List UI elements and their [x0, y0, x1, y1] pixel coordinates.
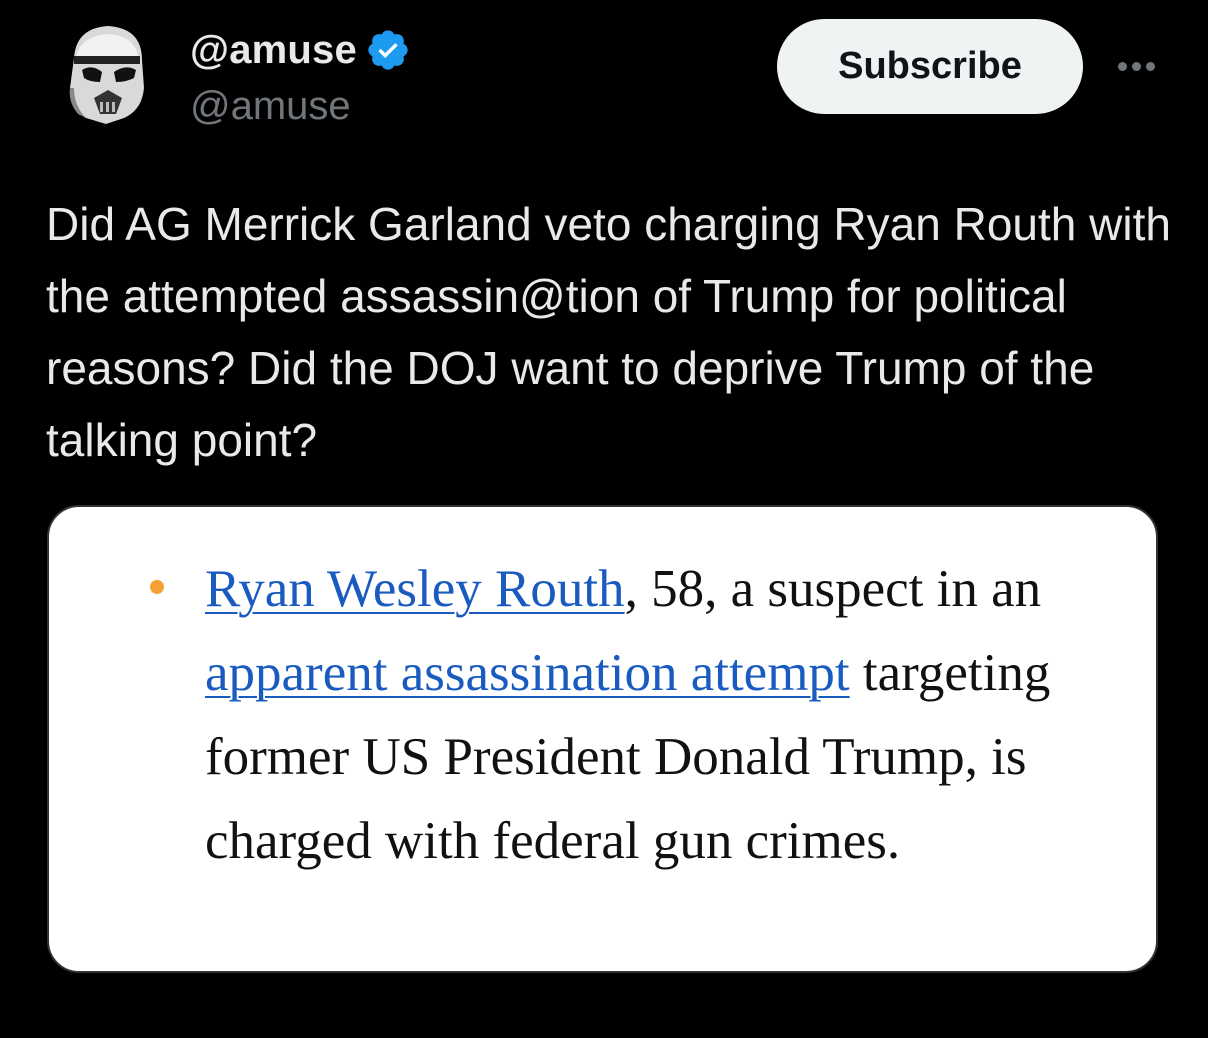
link-apparent-assassination-attempt[interactable]: apparent assassination attempt: [205, 644, 850, 702]
link-ryan-wesley-routh[interactable]: Ryan Wesley Routh: [205, 560, 625, 618]
stormtrooper-helmet-avatar-icon: [46, 18, 164, 136]
verified-badge-icon[interactable]: [365, 27, 411, 73]
more-options-icon[interactable]: [1106, 48, 1166, 84]
author-display-name[interactable]: @amuse: [190, 28, 357, 73]
tweet-text: Did AG Merrick Garland veto charging Rya…: [46, 198, 1171, 466]
article-snippet: Ryan Wesley Routh, 58, a suspect in an a…: [205, 547, 1145, 883]
article-text-part-1: , 58, a suspect in an: [624, 560, 1042, 618]
subscribe-button[interactable]: Subscribe: [777, 19, 1083, 114]
author-handle[interactable]: @amuse: [190, 84, 351, 129]
more-dot: [1145, 61, 1155, 71]
bullet-point: [150, 580, 164, 594]
more-dot: [1117, 61, 1127, 71]
media-image[interactable]: Ryan Wesley Routh, 58, a suspect in an a…: [47, 505, 1158, 973]
avatar[interactable]: [46, 18, 164, 136]
author-name-row: @amuse: [190, 24, 411, 76]
more-dot: [1131, 61, 1141, 71]
